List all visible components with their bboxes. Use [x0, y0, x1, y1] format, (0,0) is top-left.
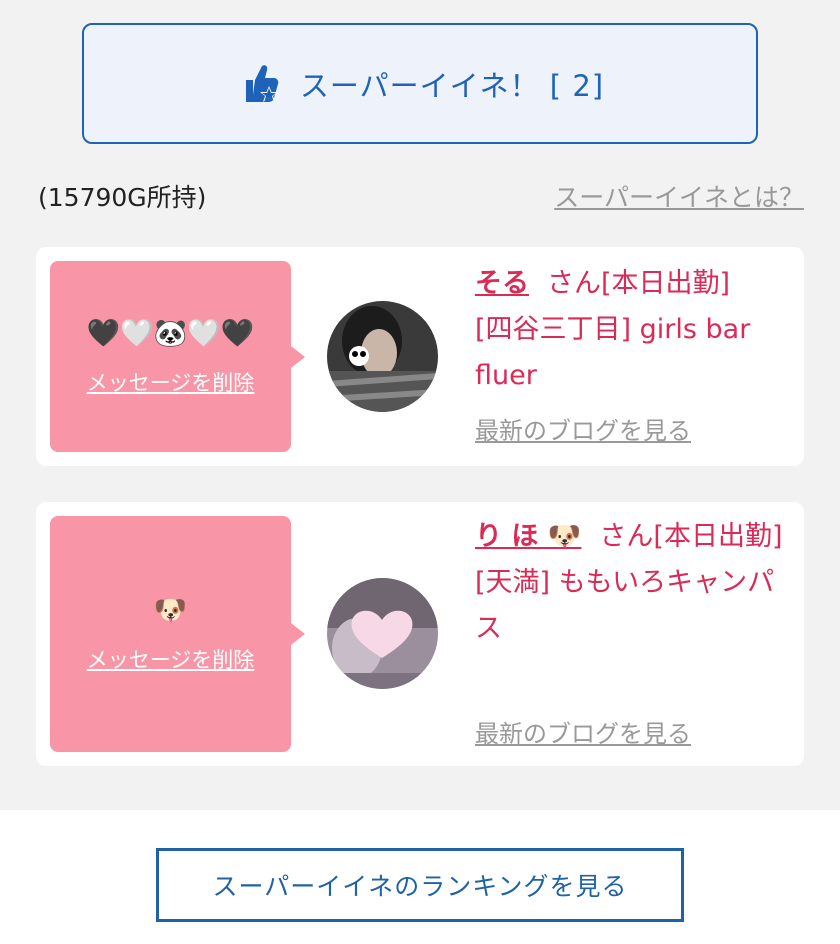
message-bubble: 🐶 メッセージを削除 — [50, 516, 305, 752]
avatar[interactable] — [327, 578, 438, 689]
delete-message-link[interactable]: メッセージを削除 — [87, 644, 255, 674]
super-like-card: 🖤🤍🐼🤍🖤 メッセージを削除 そる さん[本日出勤] [四谷三丁目] girls … — [36, 247, 804, 466]
what-is-super-like-link[interactable]: スーパーイイネとは？ — [554, 178, 804, 214]
message-text: 🖤🤍🐼🤍🖤 — [86, 317, 255, 349]
cast-name-link[interactable]: そる — [475, 268, 529, 299]
profile-info: そる さん[本日出勤] [四谷三丁目] girls bar fluer — [475, 261, 785, 399]
super-like-label: スーパーイイネ！ [ 2] — [299, 68, 605, 103]
super-like-card: 🐶 メッセージを削除 り ほ 🐶 さん[本日出勤] [天満] ももいろキャンパス … — [36, 502, 804, 766]
message-bubble: 🖤🤍🐼🤍🖤 メッセージを削除 — [50, 261, 305, 452]
thumbs-up-star-icon — [245, 64, 279, 102]
cast-status: さん[本日出勤] — [547, 268, 731, 299]
shop-name: [四谷三丁目] girls bar fluer — [475, 314, 751, 391]
super-like-button[interactable]: スーパーイイネ！ [ 2] — [82, 23, 758, 144]
owned-points: (15790G所持) — [38, 183, 207, 212]
ranking-button[interactable]: スーパーイイネのランキングを見る — [156, 848, 684, 922]
latest-blog-link[interactable]: 最新のブログを見る — [475, 714, 691, 749]
cast-status: さん[本日出勤] — [599, 521, 783, 552]
latest-blog-link[interactable]: 最新のブログを見る — [475, 411, 691, 446]
shop-name: [天満] ももいろキャンパス — [475, 567, 775, 644]
delete-message-link[interactable]: メッセージを削除 — [87, 367, 255, 397]
cast-name-link[interactable]: り ほ 🐶 — [475, 521, 581, 552]
avatar[interactable] — [327, 301, 438, 412]
message-text: 🐶 — [153, 595, 188, 626]
profile-info: り ほ 🐶 さん[本日出勤] [天満] ももいろキャンパス — [475, 514, 785, 652]
